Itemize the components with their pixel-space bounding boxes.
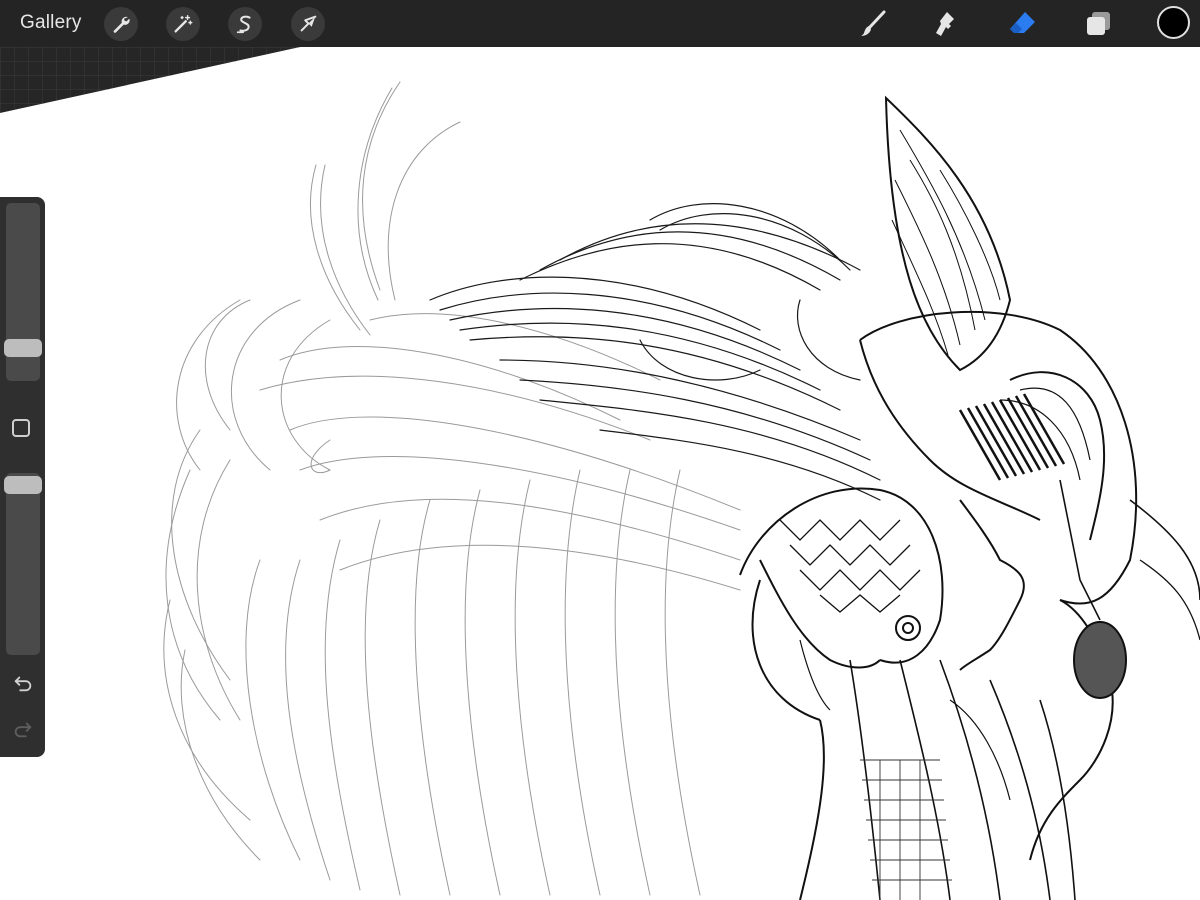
left-sidebar <box>0 197 45 757</box>
helmet <box>859 310 1138 621</box>
opacity-slider[interactable] <box>6 473 40 655</box>
adjustments-button[interactable] <box>166 7 200 41</box>
transform-button[interactable] <box>291 7 325 41</box>
helmet-wing <box>884 95 1012 372</box>
color-swatch[interactable] <box>1157 6 1190 39</box>
transform-grid-wedge <box>0 47 300 113</box>
shoulder-armor <box>739 487 944 900</box>
armor-torso <box>799 639 1076 900</box>
brush-icon <box>861 10 886 36</box>
opacity-thumb[interactable] <box>4 476 42 495</box>
selection-s-icon <box>236 15 251 34</box>
smudge-icon <box>936 12 954 36</box>
wrench-icon <box>113 16 130 33</box>
smudge-button[interactable] <box>928 7 962 41</box>
brush-size-thumb[interactable] <box>4 339 42 357</box>
layers-icon <box>1087 12 1110 35</box>
sketch-hair-strokes <box>163 81 741 896</box>
eraser-button[interactable] <box>1005 7 1039 41</box>
inked-hair-strands <box>429 203 881 501</box>
top-toolbar: Gallery <box>0 0 1200 47</box>
modify-square-icon[interactable] <box>12 419 30 437</box>
selection-button[interactable] <box>228 7 262 41</box>
eraser-icon <box>1010 12 1035 33</box>
undo-button[interactable] <box>10 671 36 695</box>
drawing-canvas[interactable] <box>0 47 1200 900</box>
redo-icon <box>14 722 32 738</box>
gallery-button[interactable]: Gallery <box>20 12 82 34</box>
undo-icon <box>14 676 32 692</box>
arrow-cursor-icon <box>300 15 317 32</box>
layers-button[interactable] <box>1081 7 1115 41</box>
paint-button[interactable] <box>856 7 890 41</box>
actions-button[interactable] <box>104 7 138 41</box>
face-profile <box>959 499 1200 861</box>
magic-wand-icon <box>174 15 193 33</box>
redo-button[interactable] <box>10 717 36 741</box>
